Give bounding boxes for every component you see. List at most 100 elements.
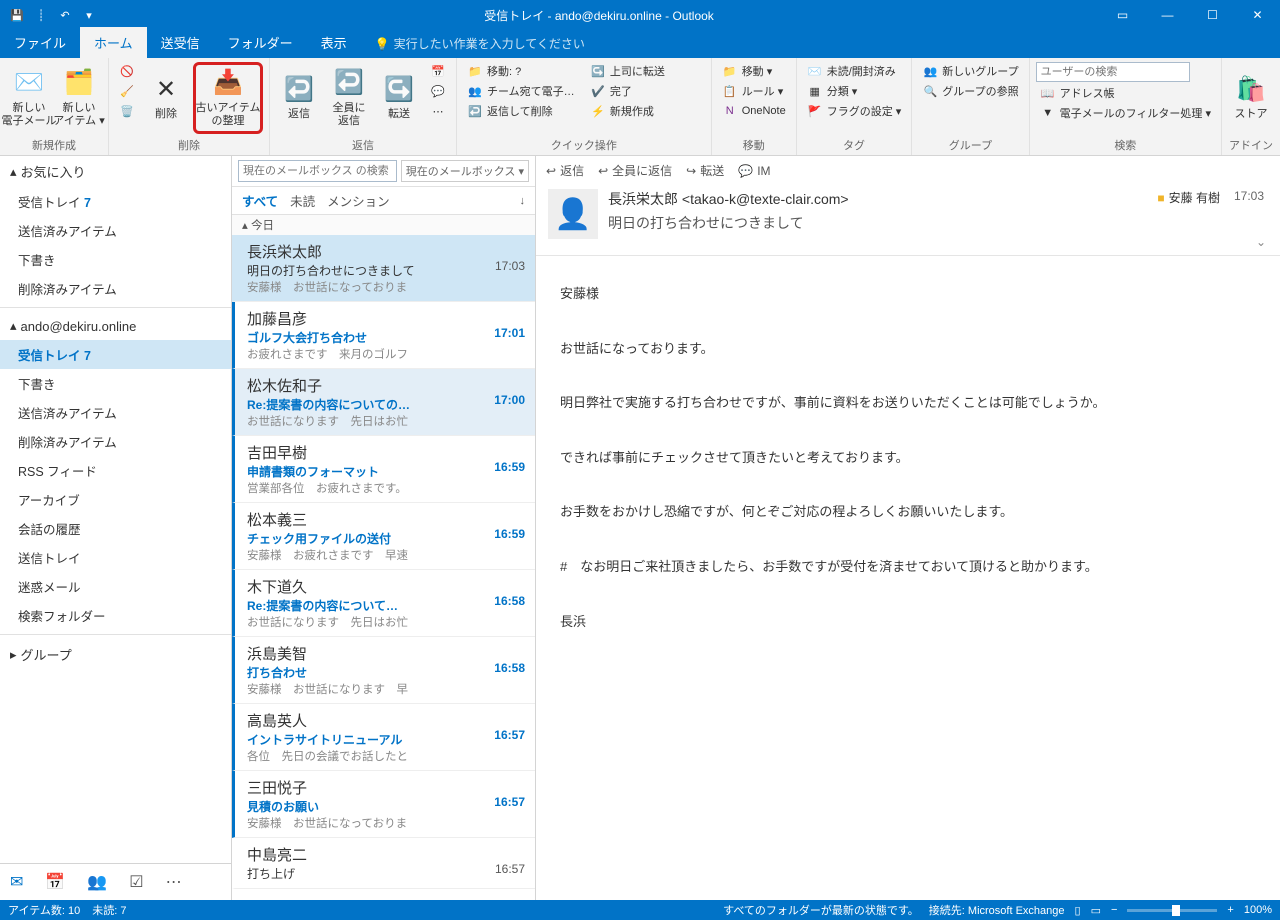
- message-item[interactable]: 松本義三チェック用ファイルの送付安藤様 お疲れさまです 早速16:59: [232, 503, 535, 570]
- nav-more-icon[interactable]: ⋯: [166, 872, 182, 892]
- quickstep-move[interactable]: 📁移動: ?: [463, 62, 582, 80]
- minimize-icon[interactable]: —: [1145, 0, 1190, 30]
- new-items-button[interactable]: 🗂️新しい アイテム ▾: [56, 62, 102, 134]
- message-item[interactable]: 加藤昌彦ゴルフ大会打ち合わせお疲れさまです 来月のゴルフ17:01: [232, 302, 535, 369]
- nav-search-folders[interactable]: 検索フォルダー: [0, 601, 231, 630]
- nav-fav-drafts[interactable]: 下書き: [0, 245, 231, 274]
- browse-group-button[interactable]: 🔍グループの参照: [918, 82, 1022, 100]
- reading-forward-button[interactable]: ↪転送: [686, 162, 724, 179]
- message-item[interactable]: 高島英人イントラサイトリニューアル各位 先日の会議でお話したと16:57: [232, 704, 535, 771]
- message-item[interactable]: 木下道久Re:提案書の内容について…お世話になります 先日はお忙16:58: [232, 570, 535, 637]
- message-item[interactable]: 中島亮二打ち上げ16:57: [232, 838, 535, 889]
- search-scope-dropdown[interactable]: 現在のメールボックス ▾: [401, 160, 529, 182]
- nav-fav-deleted[interactable]: 削除済みアイテム: [0, 274, 231, 303]
- close-icon[interactable]: ✕: [1235, 0, 1280, 30]
- move-button[interactable]: 📁移動 ▾: [718, 62, 790, 80]
- message-item[interactable]: 三田悦子見積のお願い安藤様 お世話になっておりま16:57: [232, 771, 535, 838]
- nav-calendar-icon[interactable]: 📅: [45, 872, 65, 892]
- nav-archive[interactable]: アーカイブ: [0, 485, 231, 514]
- group-icon: 👥: [922, 63, 938, 79]
- message-item[interactable]: 吉田早樹申請書類のフォーマット営業部各位 お疲れさまです。16:59: [232, 436, 535, 503]
- nav-tasks-icon[interactable]: ☑: [129, 872, 143, 892]
- ribbon-options-icon[interactable]: ▭: [1100, 0, 1145, 30]
- people-search-input[interactable]: [1036, 62, 1190, 82]
- message-item[interactable]: 浜島美智打ち合わせ安藤様 お世話になります 早16:58: [232, 637, 535, 704]
- msg-preview: 安藤様 お世話になっておりま: [247, 815, 525, 831]
- save-icon[interactable]: 💾: [8, 6, 26, 24]
- msg-tab-all[interactable]: すべて: [242, 191, 278, 210]
- meeting-button[interactable]: 📅: [426, 62, 450, 80]
- new-email-button[interactable]: ✉️新しい 電子メール: [6, 62, 52, 134]
- msg-subject: 申請書類のフォーマット: [247, 463, 525, 480]
- forward-button[interactable]: ↪️転送: [376, 62, 422, 134]
- qat-customize-icon[interactable]: ▾: [80, 6, 98, 24]
- tab-view[interactable]: 表示: [307, 27, 361, 58]
- msg-time: 16:57: [494, 728, 525, 742]
- store-button[interactable]: 🛍️ストア: [1228, 62, 1274, 134]
- flag-button[interactable]: 🚩フラグの設定 ▾: [803, 102, 906, 120]
- clean-button[interactable]: 🧹: [115, 82, 139, 100]
- nav-outbox[interactable]: 送信トレイ: [0, 543, 231, 572]
- msg-tab-mention[interactable]: メンション: [327, 191, 390, 210]
- msg-group-today[interactable]: ▴ 今日: [232, 215, 535, 235]
- nav-mail-icon[interactable]: ✉: [10, 872, 23, 892]
- forward-icon: ↪: [686, 164, 696, 178]
- categorize-button[interactable]: ▦分類 ▾: [803, 82, 906, 100]
- reading-im-button[interactable]: 💬IM: [738, 162, 770, 179]
- chevron-down-icon[interactable]: ⌄: [1256, 235, 1266, 249]
- quickstep-boss[interactable]: ↪️上司に転送: [586, 62, 705, 80]
- nav-sent[interactable]: 送信済みアイテム: [0, 398, 231, 427]
- quickstep-new[interactable]: ⚡新規作成: [586, 102, 705, 120]
- nav-fav-inbox[interactable]: 受信トレイ 7: [0, 187, 231, 216]
- delete-button[interactable]: ✕削除: [143, 62, 189, 134]
- reading-category[interactable]: 安藤 有樹: [1157, 189, 1220, 206]
- tab-sendrecv[interactable]: 送受信: [147, 27, 214, 58]
- msg-sort-dropdown[interactable]: ↓: [520, 195, 526, 207]
- junk-button[interactable]: 🗑️: [115, 102, 139, 120]
- rules-button[interactable]: 📋ルール ▾: [718, 82, 790, 100]
- addressbook-button[interactable]: 📖アドレス帳: [1036, 84, 1215, 102]
- tab-file[interactable]: ファイル: [0, 27, 80, 58]
- undo-icon[interactable]: ↶: [56, 6, 74, 24]
- message-item[interactable]: 松木佐和子Re:提案書の内容についての…お世話になります 先日はお忙17:00: [232, 369, 535, 436]
- tab-home[interactable]: ホーム: [80, 27, 147, 58]
- msg-tab-unread[interactable]: 未読: [290, 191, 315, 210]
- quickstep-replydel[interactable]: ↩️返信して削除: [463, 102, 582, 120]
- im-button[interactable]: 💬: [426, 82, 450, 100]
- zoom-slider[interactable]: [1127, 909, 1217, 912]
- nav-rss[interactable]: RSS フィード: [0, 456, 231, 485]
- reply-button[interactable]: ↩️返信: [276, 62, 322, 134]
- maximize-icon[interactable]: ☐: [1190, 0, 1235, 30]
- nav-favorites-header[interactable]: ▴お気に入り: [0, 156, 231, 187]
- view-reading-icon[interactable]: ▭: [1091, 904, 1101, 917]
- nav-conversation[interactable]: 会話の履歴: [0, 514, 231, 543]
- zoom-out-icon[interactable]: −: [1111, 904, 1117, 916]
- onenote-button[interactable]: NOneNote: [718, 102, 790, 120]
- tab-folder[interactable]: フォルダー: [214, 27, 307, 58]
- nav-people-icon[interactable]: 👥: [87, 872, 107, 892]
- nav-drafts[interactable]: 下書き: [0, 369, 231, 398]
- nav-account-header[interactable]: ▴ando@dekiru.online: [0, 312, 231, 340]
- nav-deleted[interactable]: 削除済みアイテム: [0, 427, 231, 456]
- nav-fav-sent[interactable]: 送信済みアイテム: [0, 216, 231, 245]
- zoom-in-icon[interactable]: +: [1227, 904, 1233, 916]
- tell-me[interactable]: 💡実行したい作業を入力してください: [361, 29, 599, 58]
- reply-all-button[interactable]: ↩️全員に 返信: [326, 62, 372, 134]
- nav-junk[interactable]: 迷惑メール: [0, 572, 231, 601]
- new-group-button[interactable]: 👥新しいグループ: [918, 62, 1022, 80]
- reading-replyall-button[interactable]: ↩全員に返信: [598, 162, 672, 179]
- reply-all-icon: ↩: [598, 164, 608, 178]
- reading-reply-button[interactable]: ↩返信: [546, 162, 584, 179]
- more-button[interactable]: ⋯: [426, 102, 450, 120]
- nav-inbox[interactable]: 受信トレイ 7: [0, 340, 231, 369]
- message-item[interactable]: 長浜栄太郎明日の打ち合わせにつきまして安藤様 お世話になっておりま17:03: [232, 235, 535, 302]
- ignore-button[interactable]: 🚫: [115, 62, 139, 80]
- unread-button[interactable]: ✉️未読/開封済み: [803, 62, 906, 80]
- quickstep-done[interactable]: ✔️完了: [586, 82, 705, 100]
- archive-button[interactable]: 📥古いアイテム の整理: [193, 62, 263, 134]
- view-normal-icon[interactable]: ▯: [1075, 904, 1081, 917]
- mail-search-input[interactable]: [238, 160, 397, 182]
- quickstep-team[interactable]: 👥チーム宛て電子…: [463, 82, 582, 100]
- filter-button[interactable]: ▼電子メールのフィルター処理 ▾: [1036, 104, 1215, 122]
- nav-groups-header[interactable]: ▸グループ: [0, 639, 231, 670]
